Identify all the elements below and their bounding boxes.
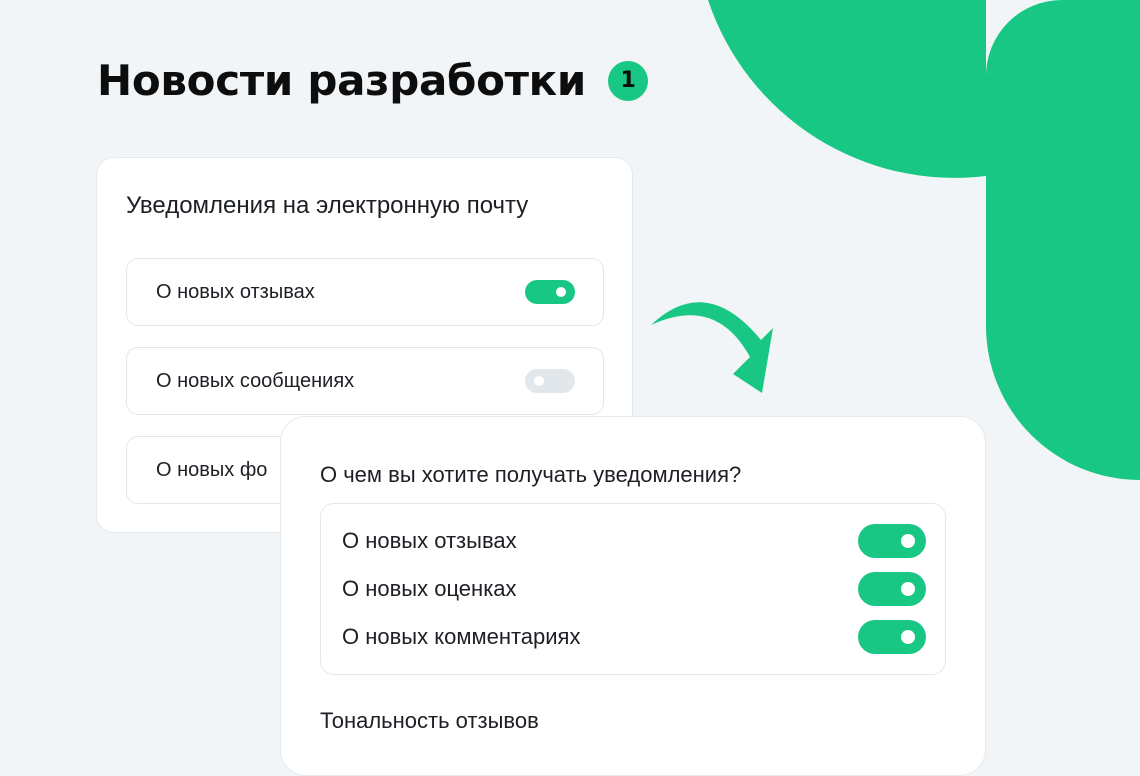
new-setting-row-comments: О новых комментариях xyxy=(321,613,945,661)
review-tone-label: Тональность отзывов xyxy=(320,708,539,733)
new-setting-label-comments: О новых комментариях xyxy=(342,624,581,649)
new-setting-label-ratings: О новых оценках xyxy=(342,576,517,601)
old-setting-label-messages: О новых сообщениях xyxy=(156,370,355,392)
new-comments-toggle[interactable] xyxy=(858,620,926,654)
toggle-knob xyxy=(556,287,566,297)
curved-arrow-down-right-icon xyxy=(651,302,773,393)
email-notifications-title: Уведомления на электронную почту xyxy=(126,192,529,219)
page-title-text: Новости разработки xyxy=(97,56,587,105)
green-quarter-circle-shape xyxy=(708,0,986,178)
toggle-knob xyxy=(901,630,915,644)
green-arch-shape xyxy=(986,0,1140,480)
old-messages-toggle[interactable] xyxy=(525,369,575,393)
old-reviews-toggle[interactable] xyxy=(525,280,575,304)
step-number-badge: 1 xyxy=(608,61,649,101)
notification-preferences-card-new: О чем вы хотите получать уведомления? О … xyxy=(280,416,986,776)
toggle-knob xyxy=(901,534,915,548)
old-setting-row-reviews: О новых отзывах xyxy=(126,258,604,326)
old-setting-label-reviews: О новых отзывах xyxy=(156,281,315,303)
notification-options-group: О новых отзывах О новых оценках О новых … xyxy=(320,503,946,675)
notifications-question: О чем вы хотите получать уведомления? xyxy=(320,462,742,487)
new-reviews-toggle[interactable] xyxy=(858,524,926,558)
new-ratings-toggle[interactable] xyxy=(858,572,926,606)
new-setting-row-ratings: О новых оценках xyxy=(321,565,945,613)
new-setting-row-reviews: О новых отзывах xyxy=(321,517,945,565)
toggle-knob xyxy=(901,582,915,596)
new-setting-label-reviews: О новых отзывах xyxy=(342,528,517,553)
old-setting-label-photos: О новых фо xyxy=(156,459,268,481)
toggle-knob xyxy=(534,376,544,386)
page-title: Новости разработки 1 xyxy=(97,52,649,110)
old-setting-row-messages: О новых сообщениях xyxy=(126,347,604,415)
